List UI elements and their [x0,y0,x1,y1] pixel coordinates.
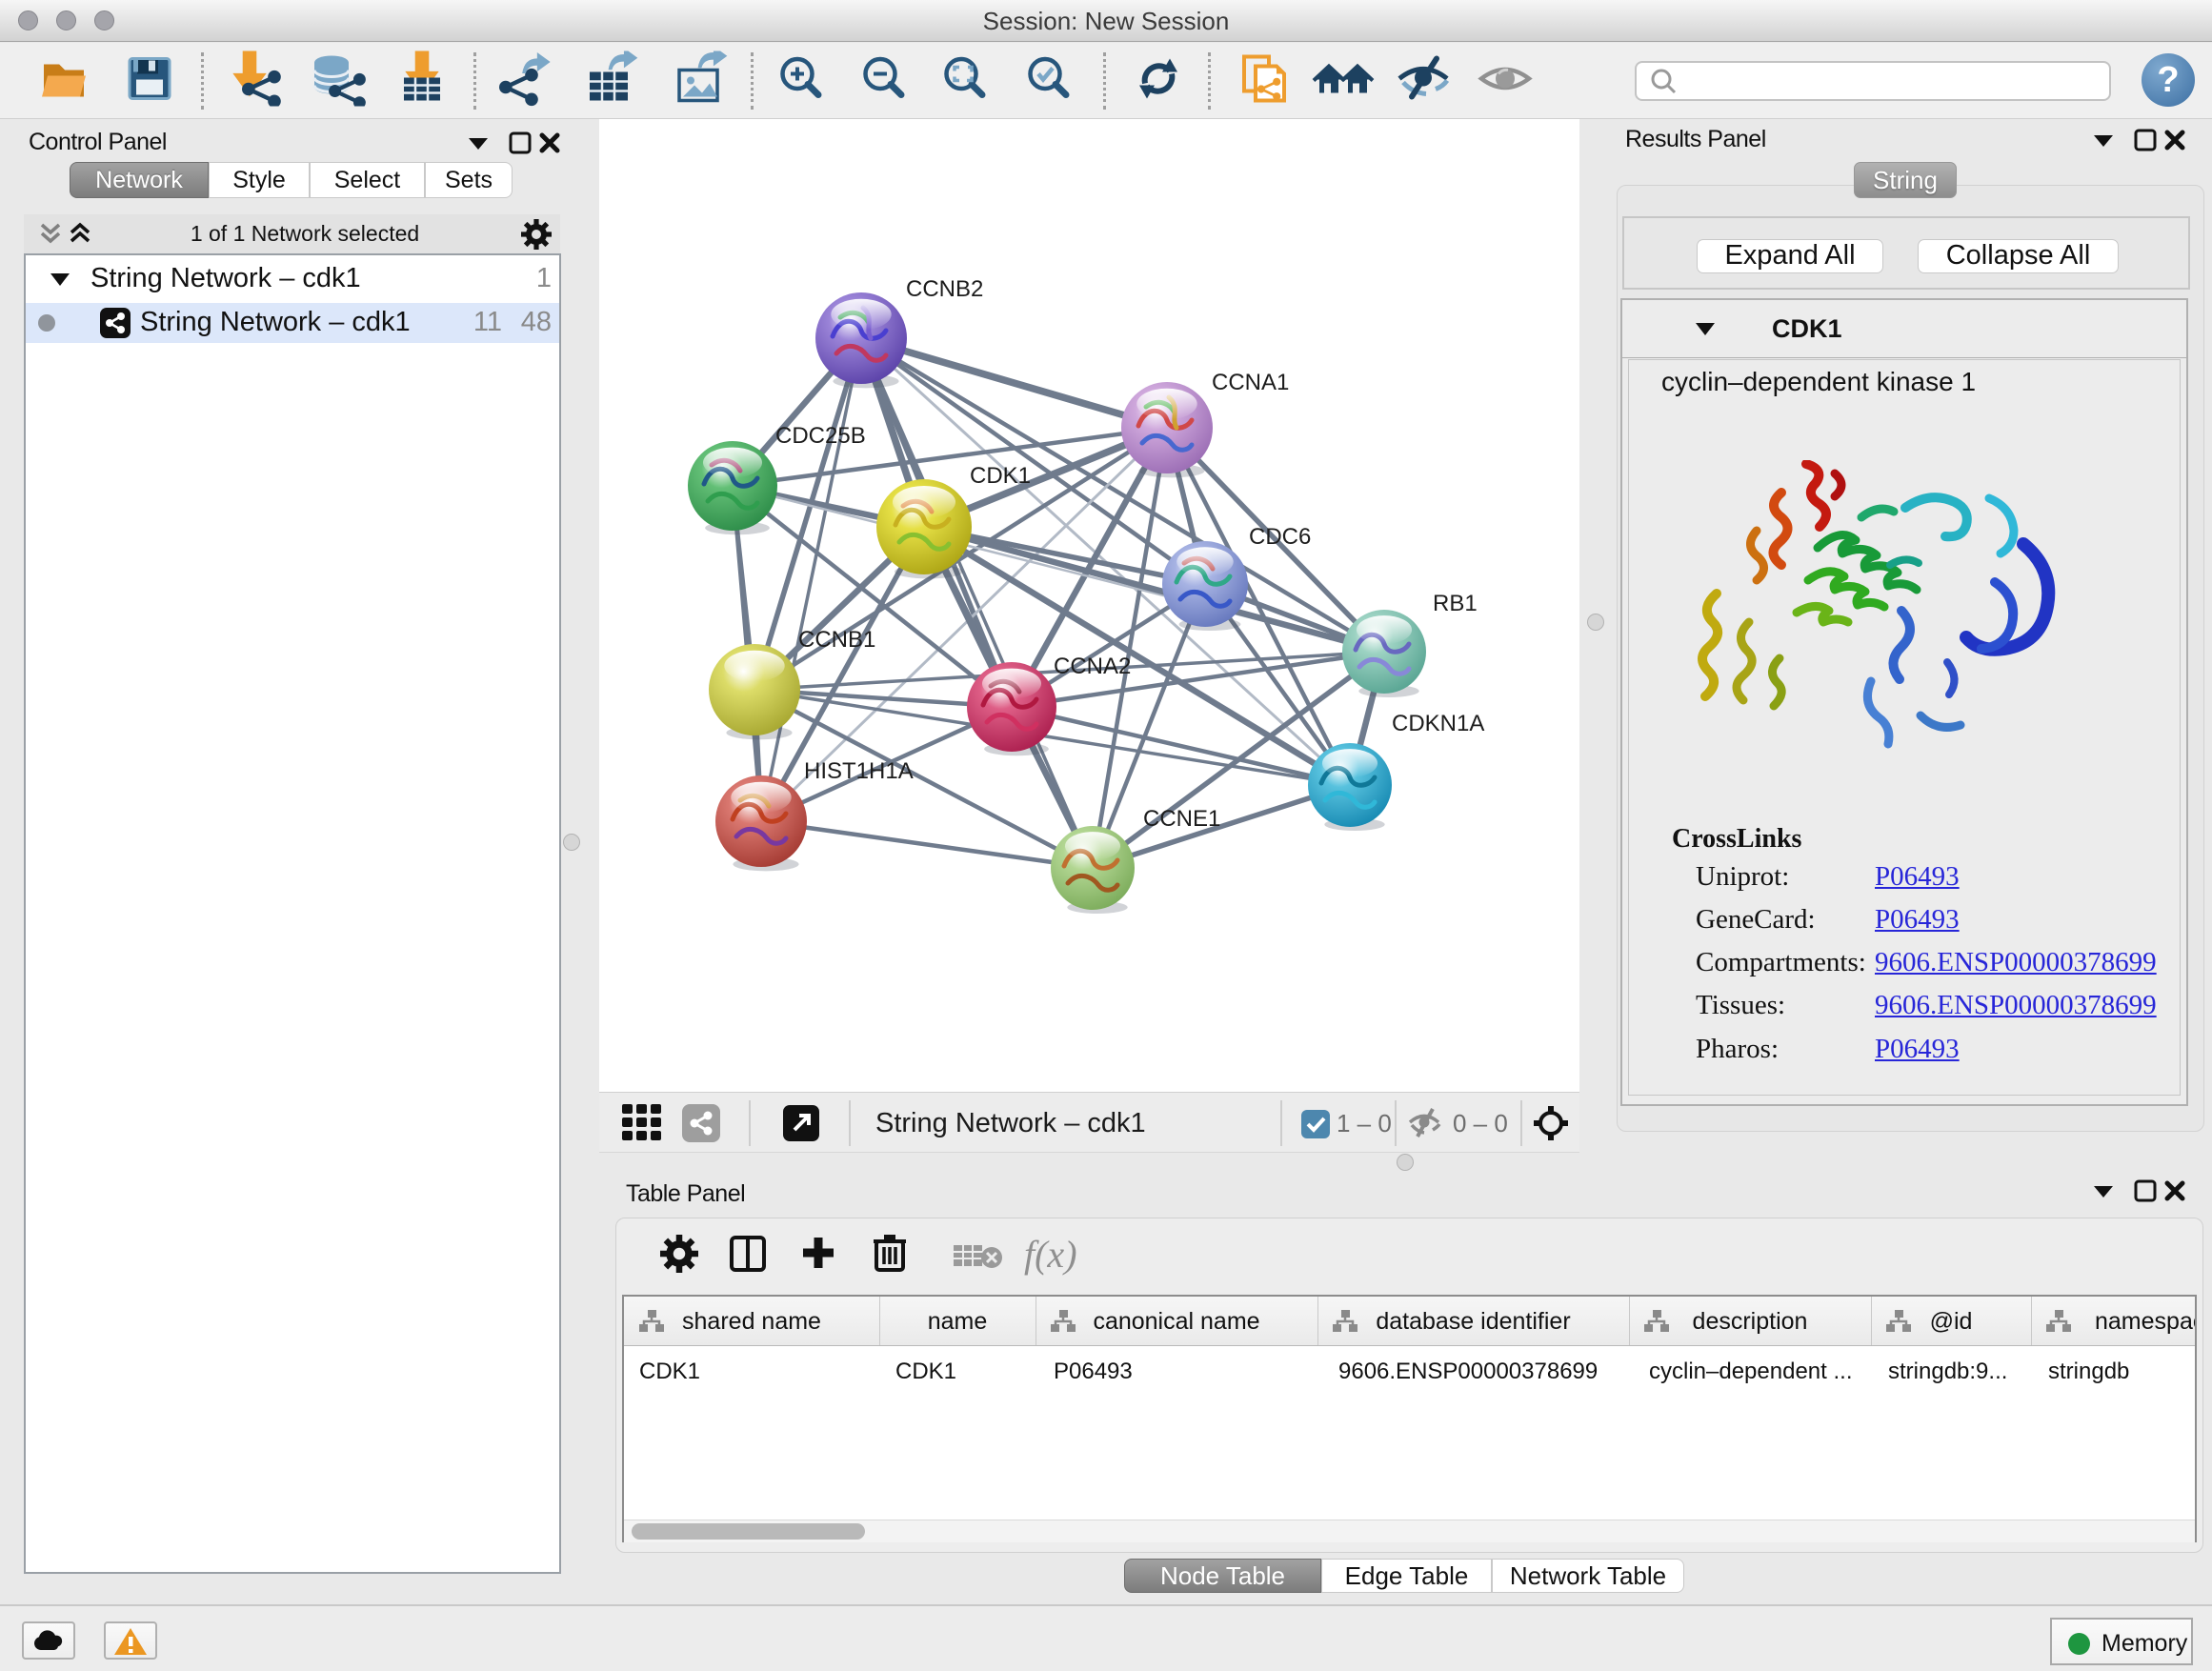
svg-text:CDK1: CDK1 [970,463,1031,489]
svg-text:RB1: RB1 [1433,591,1478,616]
svg-text:CDKN1A: CDKN1A [1392,711,1484,736]
svg-text:CCNB2: CCNB2 [906,276,983,302]
svg-text:CDC25B: CDC25B [775,423,866,449]
svg-text:CCNA2: CCNA2 [1054,654,1131,679]
svg-text:HIST1H1A: HIST1H1A [804,758,914,784]
svg-text:CCNA1: CCNA1 [1212,370,1289,395]
svg-text:CDC6: CDC6 [1249,524,1311,550]
svg-text:CCNB1: CCNB1 [798,627,875,653]
svg-text:CCNE1: CCNE1 [1143,806,1220,832]
